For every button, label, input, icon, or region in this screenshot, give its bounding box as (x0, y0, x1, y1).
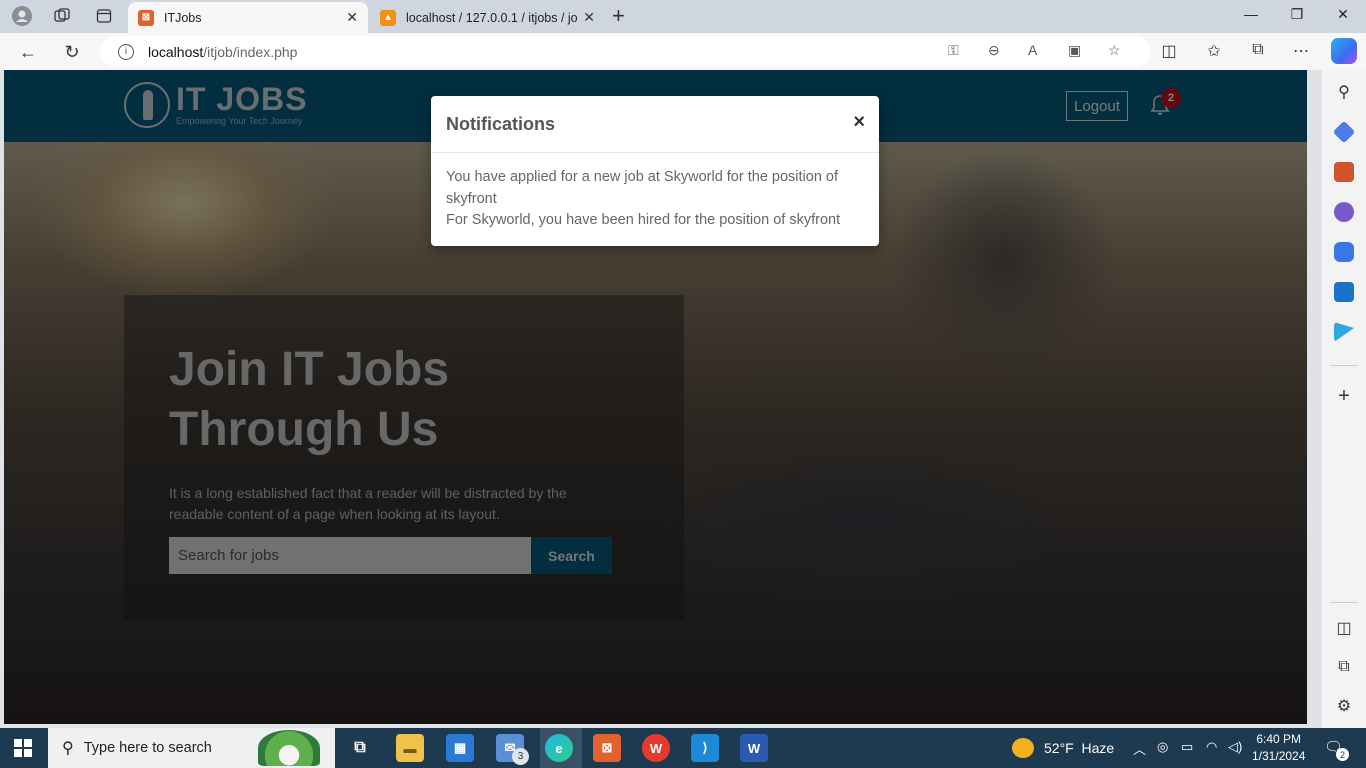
volume-icon[interactable]: ◁) (1228, 739, 1242, 755)
meet-now-icon[interactable]: ◎ (1157, 739, 1168, 755)
copilot-icon[interactable] (1331, 38, 1357, 64)
favorites-icon[interactable]: ✩ (1203, 41, 1225, 61)
clock-time: 6:40 PM (1256, 732, 1302, 746)
show-hidden-icons-chevron-icon[interactable]: ︿ (1133, 739, 1146, 758)
tab-title: localhost / 127.0.0.1 / itjobs / job (406, 10, 578, 25)
search-highlight-icon[interactable] (258, 730, 320, 766)
file-explorer-icon[interactable]: ▬ (396, 734, 424, 762)
immersive-reader-icon[interactable]: ▣ (1068, 42, 1081, 59)
vscode-icon[interactable]: ⟩ (691, 734, 719, 762)
tab-itjobs[interactable]: ⊠ ITJobs ✕ (128, 2, 368, 33)
sidebar-toggle-icon[interactable]: ◫ (1334, 618, 1354, 638)
windows-taskbar: ⚲ Type here to search ⧉ ▬ ▦ ✉ 3 e ⊠ W ⟩ … (0, 728, 1366, 768)
outlook-icon[interactable] (1334, 282, 1354, 302)
weather-temperature: 52°F (1044, 740, 1074, 756)
more-menu-icon[interactable]: ⋯ (1290, 41, 1312, 61)
send-icon[interactable] (1334, 322, 1354, 342)
microsoft-store-icon[interactable]: ▦ (446, 734, 474, 762)
read-aloud-icon[interactable]: A (1028, 42, 1037, 58)
tab-actions-icon[interactable] (92, 5, 116, 27)
site-info-icon[interactable]: i (118, 43, 134, 60)
open-external-icon[interactable]: ⧉ (1334, 658, 1354, 676)
haze-weather-icon (1012, 738, 1034, 758)
refresh-icon[interactable]: ↻ (60, 40, 84, 64)
system-clock[interactable]: 6:40 PM 1/31/2024 (1252, 731, 1305, 765)
minimize-icon[interactable]: — (1236, 6, 1266, 22)
close-window-icon[interactable]: ✕ (1328, 6, 1358, 23)
action-center-count: 2 (1336, 748, 1349, 761)
mail-count-badge: 3 (512, 748, 529, 765)
start-button-icon[interactable] (14, 739, 32, 757)
modal-body: You have applied for a new job at Skywor… (431, 153, 879, 232)
itjobs-favicon-icon: ⊠ (138, 9, 154, 26)
address-toolbar: ← ↻ i localhost/itjob/index.php ⚿ ⊖ A ▣ … (0, 33, 1366, 70)
shopping-tag-icon[interactable] (1332, 120, 1356, 144)
close-tab-icon[interactable]: ✕ (346, 9, 358, 26)
phpmyadmin-favicon-icon: ▲ (380, 9, 396, 26)
url-path: /itjob/index.php (203, 43, 298, 60)
key-icon[interactable]: ⚿ (948, 42, 959, 59)
modal-close-button[interactable]: × (853, 111, 865, 134)
split-screen-icon[interactable]: ◫ (1158, 41, 1180, 61)
modal-header: Notifications × (431, 96, 879, 153)
back-arrow-icon[interactable]: ← (16, 40, 40, 64)
word-icon[interactable]: W (740, 734, 768, 762)
search-icon: ⚲ (62, 740, 74, 757)
workspaces-icon[interactable] (50, 5, 74, 27)
search-icon[interactable]: ⚲ (1334, 82, 1354, 102)
notifications-modal: Notifications × You have applied for a n… (431, 96, 879, 246)
restore-icon[interactable]: ❐ (1282, 6, 1312, 23)
profile-icon[interactable] (10, 5, 34, 27)
taskbar-search-placeholder: Type here to search (83, 740, 212, 756)
notification-message: You have applied for a new job at Skywor… (446, 169, 839, 207)
settings-gear-icon[interactable]: ⚙ (1334, 696, 1354, 716)
browser-tab-bar: ⊠ ITJobs ✕ ▲ localhost / 127.0.0.1 / itj… (0, 0, 1366, 33)
page-viewport: IT JOBS Empowering Your Tech Journey s L… (4, 70, 1307, 724)
sidebar-divider (1330, 365, 1358, 366)
task-view-icon[interactable]: ⧉ (346, 734, 374, 762)
weather-widget[interactable]: 52°F Haze (1012, 738, 1114, 758)
modal-title: Notifications (446, 114, 556, 134)
tab-title: ITJobs (164, 10, 202, 25)
edge-sidebar: ⚲ + ◫ ⧉ ⚙ (1322, 70, 1366, 728)
add-icon[interactable]: + (1334, 385, 1354, 408)
collections-icon[interactable]: ⧉ (1247, 41, 1269, 59)
url-host: localhost (148, 43, 204, 60)
notification-message: For Skyworld, you have been hired for th… (446, 212, 841, 228)
tab-phpmyadmin[interactable]: ▲ localhost / 127.0.0.1 / itjobs / job ✕ (370, 2, 605, 33)
games-icon[interactable] (1334, 202, 1354, 222)
weather-condition: Haze (1081, 740, 1115, 756)
battery-icon[interactable]: ▭ (1181, 739, 1193, 755)
zoom-out-icon[interactable]: ⊖ (988, 42, 1000, 59)
new-tab-button[interactable]: + (612, 5, 625, 27)
xampp-icon[interactable]: ⊠ (593, 734, 621, 762)
edge-browser-icon[interactable]: e (545, 734, 573, 762)
favorite-star-icon[interactable]: ☆ (1108, 42, 1121, 59)
wifi-icon[interactable]: ◠ (1206, 739, 1217, 755)
wps-office-icon[interactable]: W (642, 734, 670, 762)
microsoft-365-icon[interactable] (1334, 242, 1354, 262)
clock-date: 1/31/2024 (1252, 749, 1306, 763)
close-tab-icon[interactable]: ✕ (583, 9, 595, 26)
sidebar-divider (1330, 602, 1358, 603)
tools-icon[interactable] (1334, 162, 1354, 182)
